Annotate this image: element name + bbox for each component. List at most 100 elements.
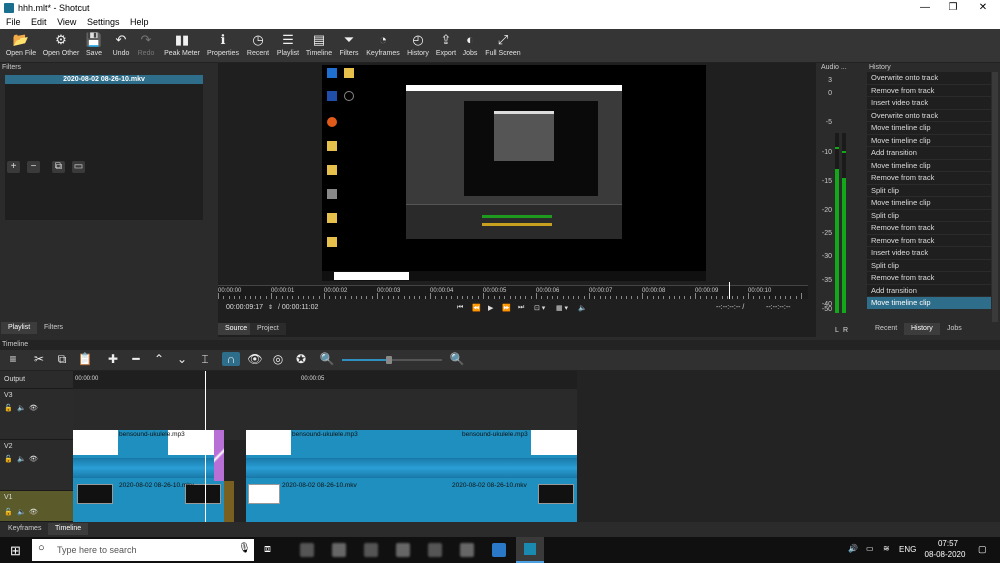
timeline-button[interactable]: ▤ Timeline xyxy=(304,30,334,57)
playlist-button[interactable]: ☰ Playlist xyxy=(274,30,302,57)
skip-previous-button[interactable]: ⏮ xyxy=(457,304,463,312)
save-button[interactable]: 💾 Save xyxy=(84,30,104,57)
history-item[interactable]: Overwrite onto track xyxy=(867,109,991,122)
filters-button[interactable]: ⏷ Filters xyxy=(337,30,361,57)
history-item[interactable]: Overwrite onto track xyxy=(867,72,991,85)
append-icon[interactable]: ✚ xyxy=(104,352,122,366)
volume-icon[interactable]: 🔈 xyxy=(578,304,587,312)
tab-recent[interactable]: Recent xyxy=(868,323,905,335)
keyframes-button[interactable]: ◔ Keyframes xyxy=(365,30,401,57)
cut-icon[interactable]: ✂ xyxy=(30,352,48,366)
video-clip[interactable]: 2020-08-02 08-26-10.mkv 2020-08-02 08-26… xyxy=(246,481,577,522)
timeline-playhead[interactable] xyxy=(205,371,206,522)
clock-date[interactable]: 08-08-2020 xyxy=(922,550,968,559)
viewer-ruler[interactable]: 00:00:00 00:00:01 00:00:02 00:00:03 00:00:04… xyxy=(218,285,808,299)
taskbar-search-box[interactable]: ○ Type here to search 🎙 xyxy=(32,539,254,561)
lock-icon[interactable]: 🔓 xyxy=(4,508,13,516)
speaker-icon[interactable]: 🔊 xyxy=(848,544,858,553)
overwrite-icon[interactable]: ⌄ xyxy=(173,352,191,366)
audio-clip[interactable]: bensound-ukulele.mp3 xyxy=(73,430,214,481)
history-item[interactable]: Remove from track xyxy=(867,84,991,97)
export-button[interactable]: ⇪ Export xyxy=(434,30,458,57)
zoom-in-icon[interactable]: 🔍 xyxy=(448,352,466,366)
history-item[interactable]: Move timeline clip xyxy=(867,134,991,147)
tab-project[interactable]: Project xyxy=(250,323,286,335)
viewer-playhead[interactable] xyxy=(729,282,730,299)
play-button[interactable]: ▶ xyxy=(488,304,493,312)
transition-clip[interactable] xyxy=(214,430,224,481)
zoom-out-icon[interactable]: 🔍 xyxy=(318,352,336,366)
lock-icon[interactable]: 🔓 xyxy=(4,455,13,463)
tab-playlist[interactable]: Playlist xyxy=(1,322,38,334)
zoom-button[interactable]: ⊡ ▾ xyxy=(534,304,545,312)
track-header-v2[interactable]: V2 🔓 🔈 👁 xyxy=(0,440,73,491)
position-timecode[interactable]: 00:00:09:17 xyxy=(226,304,263,311)
battery-icon[interactable]: ▭ xyxy=(866,544,874,553)
history-scrollbar[interactable] xyxy=(992,72,998,322)
history-item[interactable]: Move timeline clip xyxy=(867,197,991,210)
close-button[interactable]: ✕ xyxy=(976,2,990,13)
remove-icon[interactable]: ━ xyxy=(127,352,145,366)
vscode-icon[interactable] xyxy=(492,543,506,557)
taskbar-app-icon[interactable] xyxy=(364,543,378,557)
menu-file[interactable]: File xyxy=(6,17,21,27)
tab-filters[interactable]: Filters xyxy=(37,322,71,334)
video-clip[interactable]: 2020-08-02 08-26-10.mkv xyxy=(73,481,224,522)
ripple-icon[interactable]: ◎ xyxy=(269,352,287,366)
taskbar-app-icon[interactable] xyxy=(332,543,346,557)
full-screen-button[interactable]: ⤢ Full Screen xyxy=(484,30,522,57)
tab-jobs[interactable]: Jobs xyxy=(940,323,969,335)
taskbar-app-icon[interactable] xyxy=(460,543,474,557)
history-item[interactable]: Insert video track xyxy=(867,247,991,260)
timeline-ruler[interactable]: 00:00:00 00:00:05 xyxy=(73,371,577,389)
remove-filter-button[interactable]: − xyxy=(27,161,40,173)
menu-settings[interactable]: Settings xyxy=(87,17,120,27)
menu-view[interactable]: View xyxy=(57,17,76,27)
mute-icon[interactable]: 🔈 xyxy=(17,404,26,412)
shotcut-taskbar-button[interactable] xyxy=(516,537,544,563)
fast-forward-button[interactable]: ⏩ xyxy=(502,304,511,312)
eye-icon[interactable]: 👁 xyxy=(29,404,38,412)
eye-icon[interactable]: 👁 xyxy=(29,508,38,516)
transition-clip[interactable] xyxy=(224,481,234,522)
maximize-button[interactable]: ❐ xyxy=(946,2,960,13)
recent-button[interactable]: ◷ Recent xyxy=(244,30,272,57)
history-item[interactable]: Remove from track xyxy=(867,222,991,235)
track-header-v3[interactable]: V3 🔓 🔈 👁 xyxy=(0,389,73,440)
lift-icon[interactable]: ⌃ xyxy=(150,352,168,366)
language-indicator[interactable]: ENG xyxy=(899,545,916,554)
add-filter-button[interactable]: + xyxy=(7,161,20,173)
zoom-slider[interactable] xyxy=(342,356,442,364)
minimize-button[interactable]: — xyxy=(918,2,932,13)
position-spinner[interactable]: ⇕ xyxy=(268,304,273,311)
paste-icon[interactable]: 📋 xyxy=(76,352,94,366)
windows-start-icon[interactable]: ⊞ xyxy=(10,543,21,559)
history-item[interactable]: Remove from track xyxy=(867,234,991,247)
menu-icon[interactable]: ≡ xyxy=(4,352,22,366)
history-button[interactable]: ◴ History xyxy=(404,30,432,57)
grid-button[interactable]: ▦ ▾ xyxy=(556,304,568,312)
history-item[interactable]: Split clip xyxy=(867,259,991,272)
lock-icon[interactable]: 🔓 xyxy=(4,404,13,412)
track-header-v1[interactable]: V1 🔓 🔈 👁 xyxy=(0,491,73,522)
ripple-all-icon[interactable]: ✪ xyxy=(292,352,310,366)
undo-button[interactable]: ↶ Undo xyxy=(110,30,132,57)
copy-icon[interactable]: ⧉ xyxy=(53,352,71,367)
mute-icon[interactable]: 🔈 xyxy=(17,455,26,463)
menu-edit[interactable]: Edit xyxy=(31,17,47,27)
open-other-button[interactable]: ⚙ Open Other xyxy=(41,30,81,57)
properties-button[interactable]: ℹ Properties xyxy=(206,30,240,57)
zoom-slider-handle[interactable] xyxy=(386,356,392,364)
open-file-button[interactable]: 📂 Open File xyxy=(4,30,38,57)
history-item[interactable]: Move timeline clip xyxy=(867,159,991,172)
peak-meter-button[interactable]: ▮▮ Peak Meter xyxy=(163,30,201,57)
history-item[interactable]: Split clip xyxy=(867,184,991,197)
history-item[interactable]: Remove from track xyxy=(867,272,991,285)
taskbar-app-icon[interactable] xyxy=(300,543,314,557)
snap-icon[interactable]: ∩ xyxy=(222,352,240,366)
history-item[interactable]: Add transition xyxy=(867,147,991,160)
audio-clip[interactable]: bensound-ukulele.mp3 bensound-ukulele.mp… xyxy=(246,430,577,481)
taskbar-app-icon[interactable] xyxy=(428,543,442,557)
skip-next-button[interactable]: ⏭ xyxy=(518,304,524,312)
history-item[interactable]: Move timeline clip xyxy=(867,122,991,135)
